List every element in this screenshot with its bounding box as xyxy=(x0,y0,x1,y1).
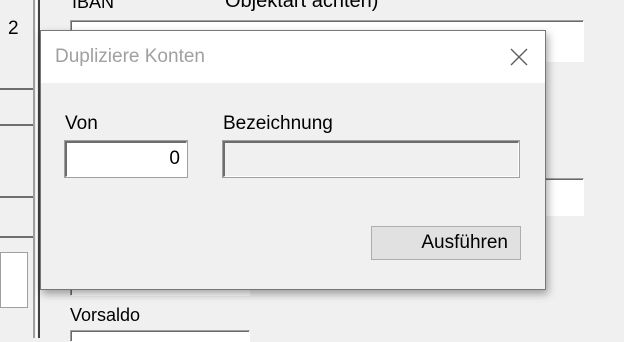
vorsaldo-label: Vorsaldo xyxy=(70,305,141,325)
dialog-title: Dupliziere Konten xyxy=(55,46,205,67)
close-icon[interactable] xyxy=(503,41,535,73)
left-panel-strip xyxy=(0,0,33,90)
left-panel-strip xyxy=(0,128,33,198)
left-number: 2 xyxy=(8,18,19,39)
separator-line xyxy=(33,0,35,338)
vorsaldo-field[interactable] xyxy=(70,330,250,342)
iban-label: IBAN xyxy=(72,0,115,12)
bezeichnung-input xyxy=(222,140,520,178)
bezeichnung-label: Bezeichnung xyxy=(223,113,333,134)
execute-button[interactable]: Ausführen xyxy=(371,226,521,260)
left-panel xyxy=(0,0,36,338)
left-panel-strip xyxy=(0,92,33,126)
background-title: Objektart achten) xyxy=(225,0,379,12)
background-field[interactable] xyxy=(540,178,584,216)
dialog-titlebar[interactable]: Dupliziere Konten xyxy=(41,31,545,83)
duplicate-accounts-dialog: Dupliziere Konten Von Bezeichnung 0 Ausf… xyxy=(40,30,546,290)
left-panel-field[interactable] xyxy=(0,252,28,308)
left-panel-strip xyxy=(0,200,33,238)
von-label: Von xyxy=(65,113,98,134)
von-input[interactable]: 0 xyxy=(64,140,188,178)
separator-line xyxy=(36,0,37,338)
